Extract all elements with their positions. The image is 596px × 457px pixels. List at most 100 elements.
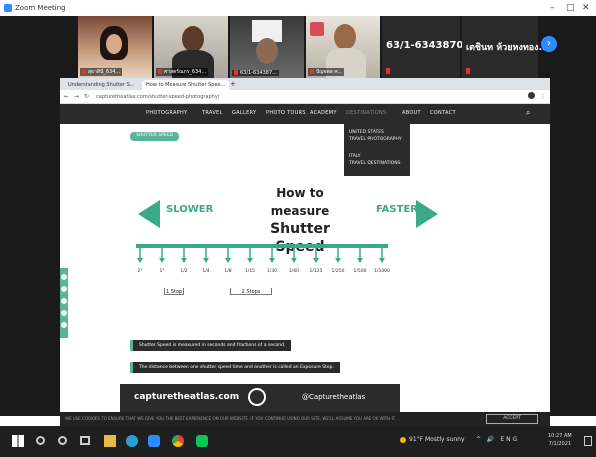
weather-widget[interactable]: 91°F Mostly sunny [400,436,465,443]
email-icon[interactable] [61,310,67,316]
participant-name: ปัญจพล ศ... [308,68,345,76]
tick-label: 1/4 [202,269,210,274]
tick-arrowhead [203,258,209,263]
task-view-icon[interactable] [80,436,90,445]
left-arrow-icon [138,200,160,228]
footer-handle: @Capturetheatlas [302,393,366,401]
accept-cookies-button[interactable]: ACCEPT [486,414,538,424]
tick-label: 1/250 [331,269,345,274]
participant-tile[interactable]: 63/1-634387... [230,16,304,78]
shared-screen: Understanding Shutter S... How to Measur… [60,78,550,412]
browser-tab-active[interactable]: How to Measure Shutter Spee... [142,80,230,90]
nav-contact[interactable]: CONTACT [430,110,456,116]
url-field[interactable]: capturetheatlas.com/shutter-speed-photog… [96,94,219,100]
social-share-bar [60,268,68,338]
clock[interactable]: 10:27 AM 7/1/2021 [548,432,572,448]
address-bar: ← → ↻ capturetheatlas.com/shutter-speed-… [60,90,550,104]
twitter-icon[interactable] [61,286,67,292]
slower-label: SLOWER [166,204,214,215]
participant-name: ศาสตร์ณกร_634... [156,68,209,76]
maximize-button[interactable]: □ [566,3,575,13]
tick-label: 1/60 [288,269,300,274]
participant-name: เตชินท ห้วยหงทอง... [466,43,549,53]
mic-muted-icon [158,69,162,74]
tick-label: 2" [137,269,143,274]
participant-tile[interactable]: สุธาสินี_634... [78,16,152,78]
participant-tile[interactable]: ศาสตร์ณกร_634... [154,16,228,78]
tick-label: 1/1000 [374,269,390,274]
tick-label: 1/2 [180,269,188,274]
cookie-text: WE USE COOKIES TO ENSURE THAT WE GIVE YO… [65,416,396,421]
clock-date: 7/1/2021 [548,441,572,447]
section-chip: SHUTTER SPEED [130,132,180,141]
facebook-icon[interactable] [61,274,67,280]
minimize-button[interactable]: – [550,3,555,13]
nav-gallery[interactable]: GALLERY [232,110,256,116]
close-button[interactable]: ✕ [582,3,590,13]
nav-photography[interactable]: PHOTOGRAPHY [146,110,187,116]
search-icon[interactable]: ⌕ [526,108,531,118]
windows-start-icon[interactable] [12,435,24,447]
infographic-footer: capturetheatlas.com @Capturetheatlas [120,384,400,412]
right-arrow-icon [416,200,438,228]
profile-icon[interactable] [528,92,535,99]
reload-icon[interactable]: ↻ [84,93,89,100]
mic-muted-icon [82,69,86,74]
zoom-logo-icon [4,4,12,12]
nav-travel[interactable]: TRAVEL [202,110,223,116]
chrome-icon[interactable] [172,435,184,447]
edge-icon[interactable] [126,435,138,447]
cookie-bar: WE USE COOKIES TO ENSURE THAT WE GIVE YO… [60,412,550,426]
nav-destinations[interactable]: DESTINATIONS [346,110,386,116]
participant-face [256,38,278,64]
browser-tab[interactable]: Understanding Shutter S... [64,80,139,90]
caption-bar: Shutter Speed is measured in seconds and… [130,340,292,351]
scale-bar [136,244,388,248]
menu-icon[interactable]: ⋮ [540,93,546,100]
mic-muted-icon [310,69,314,74]
mic-muted-icon [234,70,238,75]
taskbar: 91°F Mostly sunny ^ 🔊 ENG 10:27 AM 7/1/2… [0,426,596,457]
chevron-right-icon: › [547,38,551,49]
notifications-icon[interactable] [584,436,592,446]
footer-url: capturetheatlas.com [134,392,240,402]
participant-name-tile[interactable]: เตชินท ห้วยหงทอง... [462,16,549,78]
tick-arrowhead [291,258,297,263]
tick-label: 1/500 [353,269,367,274]
nav-photo-tours[interactable]: PHOTO TOURS [266,110,306,116]
tick-label: 1/125 [309,269,323,274]
zoom-app-icon[interactable] [148,435,160,447]
share-icon[interactable] [61,322,67,328]
tick-arrowhead [137,258,143,263]
system-tray-icons[interactable]: ^ 🔊 ENG [476,436,519,443]
pinterest-icon[interactable] [61,298,67,304]
tick-arrowhead [379,258,385,263]
clock-time: 10:27 AM [548,433,572,439]
participant-name-tile[interactable]: 63/1-634387011 [382,16,477,78]
one-stop-label: 1 Stop [164,288,184,295]
line-app-icon[interactable] [196,435,208,447]
file-explorer-icon[interactable] [104,435,116,447]
tick-arrowhead [313,258,319,263]
tick-arrowhead [181,258,187,263]
sun-icon [400,436,406,443]
forward-icon[interactable]: → [74,93,79,100]
cortana-icon[interactable] [58,436,67,445]
new-tab-button[interactable]: + [226,80,240,90]
participant-name: 63/1-634387... [232,70,279,76]
tick-label: 1/30 [266,269,278,274]
nav-academy[interactable]: ACADEMY [310,110,337,116]
mic-muted-icon [466,68,470,74]
next-page-button[interactable]: › [541,36,557,52]
participant-tile[interactable]: ปัญจพล ศ... [306,16,380,78]
tick-arrowhead [269,258,275,263]
caption-bar: The distance between one shutter speed t… [130,362,340,373]
mic-muted-icon [386,68,390,74]
browser-tabbar: Understanding Shutter S... How to Measur… [60,78,550,90]
back-icon[interactable]: ← [64,93,69,100]
dropdown-item[interactable]: UNITED STATES [349,130,384,136]
search-icon[interactable] [36,436,45,445]
participant-video [182,26,204,52]
tick-arrowhead [247,258,253,263]
nav-about[interactable]: ABOUT [402,110,421,116]
